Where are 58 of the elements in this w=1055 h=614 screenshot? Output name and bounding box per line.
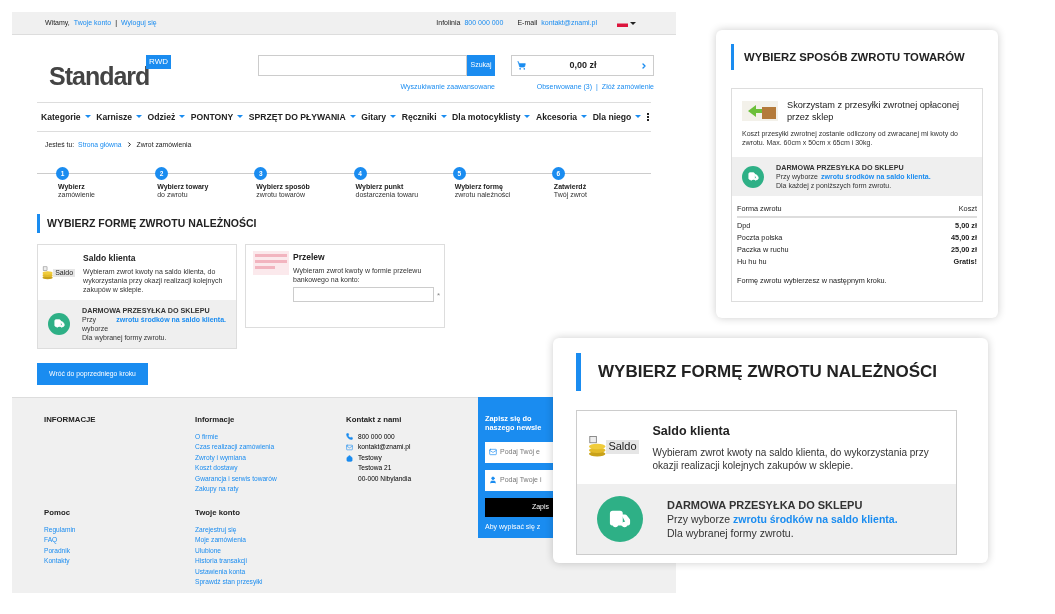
mail-icon [346,443,353,451]
logo-badge: RWD [146,55,171,69]
nav-item[interactable]: Dla niego [592,110,642,124]
nav-item[interactable]: Karnisze [96,110,143,124]
account-number-field[interactable] [293,286,434,302]
more-icon[interactable] [646,113,649,121]
caret-icon [524,115,531,119]
user-icon [489,476,497,485]
saldo-label: Saldo [606,440,639,454]
chevron-right-icon [640,61,648,70]
shipping-title: DARMOWA PRZESYŁKA DO SKLEPU [667,497,864,512]
option-description: Wybieram zwrot kwoty na saldo klienta, do wykorzystania przy okazji realizacji kolejnych zakupów w sklepie. [652,445,930,472]
transfer-form-drawing [253,251,289,276]
caret-icon [440,115,447,119]
mail-icon [489,448,497,457]
nav-item[interactable]: Dla motocyklisty [452,110,531,124]
nav-item[interactable]: Ręczniki [401,110,447,124]
caret-icon [635,115,642,119]
saldo-link[interactable]: zwrotu środków na saldo klienta. [733,511,898,526]
caret-icon [237,115,244,119]
nav-item[interactable]: Akcesoria [535,110,588,124]
nav-item[interactable]: Kategorie [41,110,91,124]
caret-icon [179,115,186,119]
caret-icon [630,21,636,25]
cart-box[interactable]: 0,00 zł [511,55,654,76]
card-title: WYBIERZ SPOSÓB ZWROTU TOWARÓW [744,49,965,65]
caret-icon [581,115,588,119]
truck-icon [48,312,70,335]
option-title: Skorzystam z przesyłki zwrotnej opłaconej przez sklep [787,99,961,123]
card-title: WYBIERZ FORMĘ ZWROTU NALEŻNOŚCI [598,361,938,384]
coins-icon [588,435,607,459]
caret-icon [390,115,397,119]
shipping-note: Dla wybranej formy zwrotu. [667,525,795,540]
truck-icon [597,495,643,542]
caret-icon [84,115,91,119]
nav-item[interactable]: Odzież [147,110,186,124]
coins-icon [42,266,54,281]
chevron-right-icon [125,141,133,148]
option-title: Przelew [293,251,326,264]
option-title: Saldo klienta [652,423,731,440]
required-mark: * [437,289,441,302]
section-title: WYBIERZ FORMĘ ZWROTU NALEŻNOŚCI [47,215,257,231]
nav-item[interactable]: SPRZĘT DO PŁYWANIA [248,110,356,124]
cart-total: 0,00 zł [568,58,598,72]
parcel-return-drawing [742,101,778,121]
nav-item[interactable]: PONTONY [190,110,244,124]
phone-icon [346,433,353,441]
caret-icon [349,115,356,119]
option-title: Saldo klienta [83,252,137,265]
language-selector[interactable] [617,19,636,27]
caret-icon [136,115,143,119]
truck-icon [742,165,764,188]
home-icon [346,454,353,462]
saldo-option-card[interactable] [37,244,237,349]
cart-icon [517,61,526,70]
nav-item[interactable]: Gitary [361,110,397,124]
shipping-text: Przy wyborze [667,511,730,526]
search-field[interactable] [258,55,467,76]
